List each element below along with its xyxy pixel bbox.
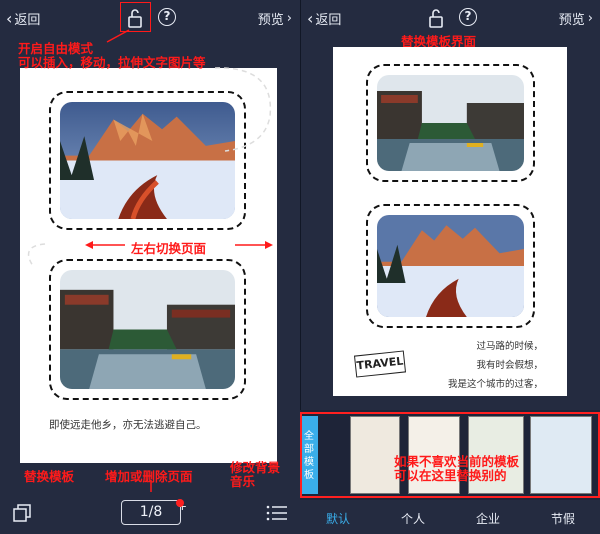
chevron-right-icon: › xyxy=(286,11,292,26)
annotation-arrow xyxy=(106,29,130,43)
river-town-photo xyxy=(377,75,524,171)
preview-label: 预览 xyxy=(257,13,284,28)
back-label-right: 返回 xyxy=(315,13,342,28)
red-dot-badge xyxy=(176,499,184,507)
poem-line: 我有时会假想， xyxy=(476,360,543,371)
chevron-left-icon: ‹ xyxy=(6,8,13,28)
preview-button[interactable]: 预览 › xyxy=(258,9,292,28)
page-caption[interactable]: 即使远走他乡，亦无法逃避自己。 xyxy=(49,417,207,432)
help-icon[interactable]: ? xyxy=(158,8,176,26)
chevron-right-icon: › xyxy=(587,11,593,26)
annotation-replace-template: 替换模板 xyxy=(24,469,75,484)
river-town-photo xyxy=(60,270,235,389)
category-tabs: 默认 个人 企业 节假 xyxy=(300,500,600,534)
unlock-icon[interactable] xyxy=(426,8,446,28)
annotation-hint-2: 可以在这里替换别的 xyxy=(394,468,507,483)
back-button-right[interactable]: ‹ 返回 xyxy=(307,9,341,28)
replace-template-icon[interactable] xyxy=(12,503,32,523)
photo-frame-mountain-right[interactable] xyxy=(366,204,535,328)
back-label: 返回 xyxy=(14,13,41,28)
editor-screen: ‹ 返回 ? 预览 › 即使远走他乡，亦无法逃避自己。 开启自由模式 可以插入，… xyxy=(0,0,300,534)
tab-personal[interactable]: 个人 xyxy=(401,510,425,527)
page-indicator-label: 1/8 xyxy=(139,504,163,520)
bottom-toolbar: 1/8 + xyxy=(0,492,300,534)
photo-frame-river-town-right[interactable] xyxy=(366,64,535,182)
tab-enterprise[interactable]: 企业 xyxy=(476,510,500,527)
menu-list-icon[interactable] xyxy=(266,504,288,522)
annotation-swipe: 左右切换页面 xyxy=(131,241,207,256)
help-icon[interactable]: ? xyxy=(459,8,477,26)
preview-label-right: 预览 xyxy=(558,13,585,28)
poem-line: 过马路的时候， xyxy=(476,341,543,352)
annotation-bg-music-2: 音乐 xyxy=(230,474,256,489)
photo-frame-river-town[interactable] xyxy=(49,259,246,400)
tab-holiday[interactable]: 节假 xyxy=(551,510,575,527)
preview-button-right[interactable]: 预览 › xyxy=(559,9,593,28)
tab-default[interactable]: 默认 xyxy=(326,510,350,527)
back-button[interactable]: ‹ 返回 xyxy=(6,9,40,28)
template-strip: 全部模板 如果不喜欢当前的模板 可以在这里替换别的 xyxy=(300,410,600,500)
page-indicator-button[interactable]: 1/8 + xyxy=(121,500,187,525)
mountain-photo xyxy=(377,215,524,317)
chevron-left-icon: ‹ xyxy=(307,8,314,28)
poem-line: 我是这个城市的过客， xyxy=(447,379,543,390)
template-preview-canvas[interactable]: 过马路的时候， 我有时会假想， 我是这个城市的过客， TRAVEL xyxy=(333,47,567,396)
travel-sticker[interactable]: TRAVEL xyxy=(353,350,407,378)
poem-text-block[interactable]: 过马路的时候， 我有时会假想， 我是这个城市的过客， xyxy=(448,337,543,394)
annotation-free-mode-desc: 可以插入，移动，拉伸文字图片等 xyxy=(18,55,206,70)
